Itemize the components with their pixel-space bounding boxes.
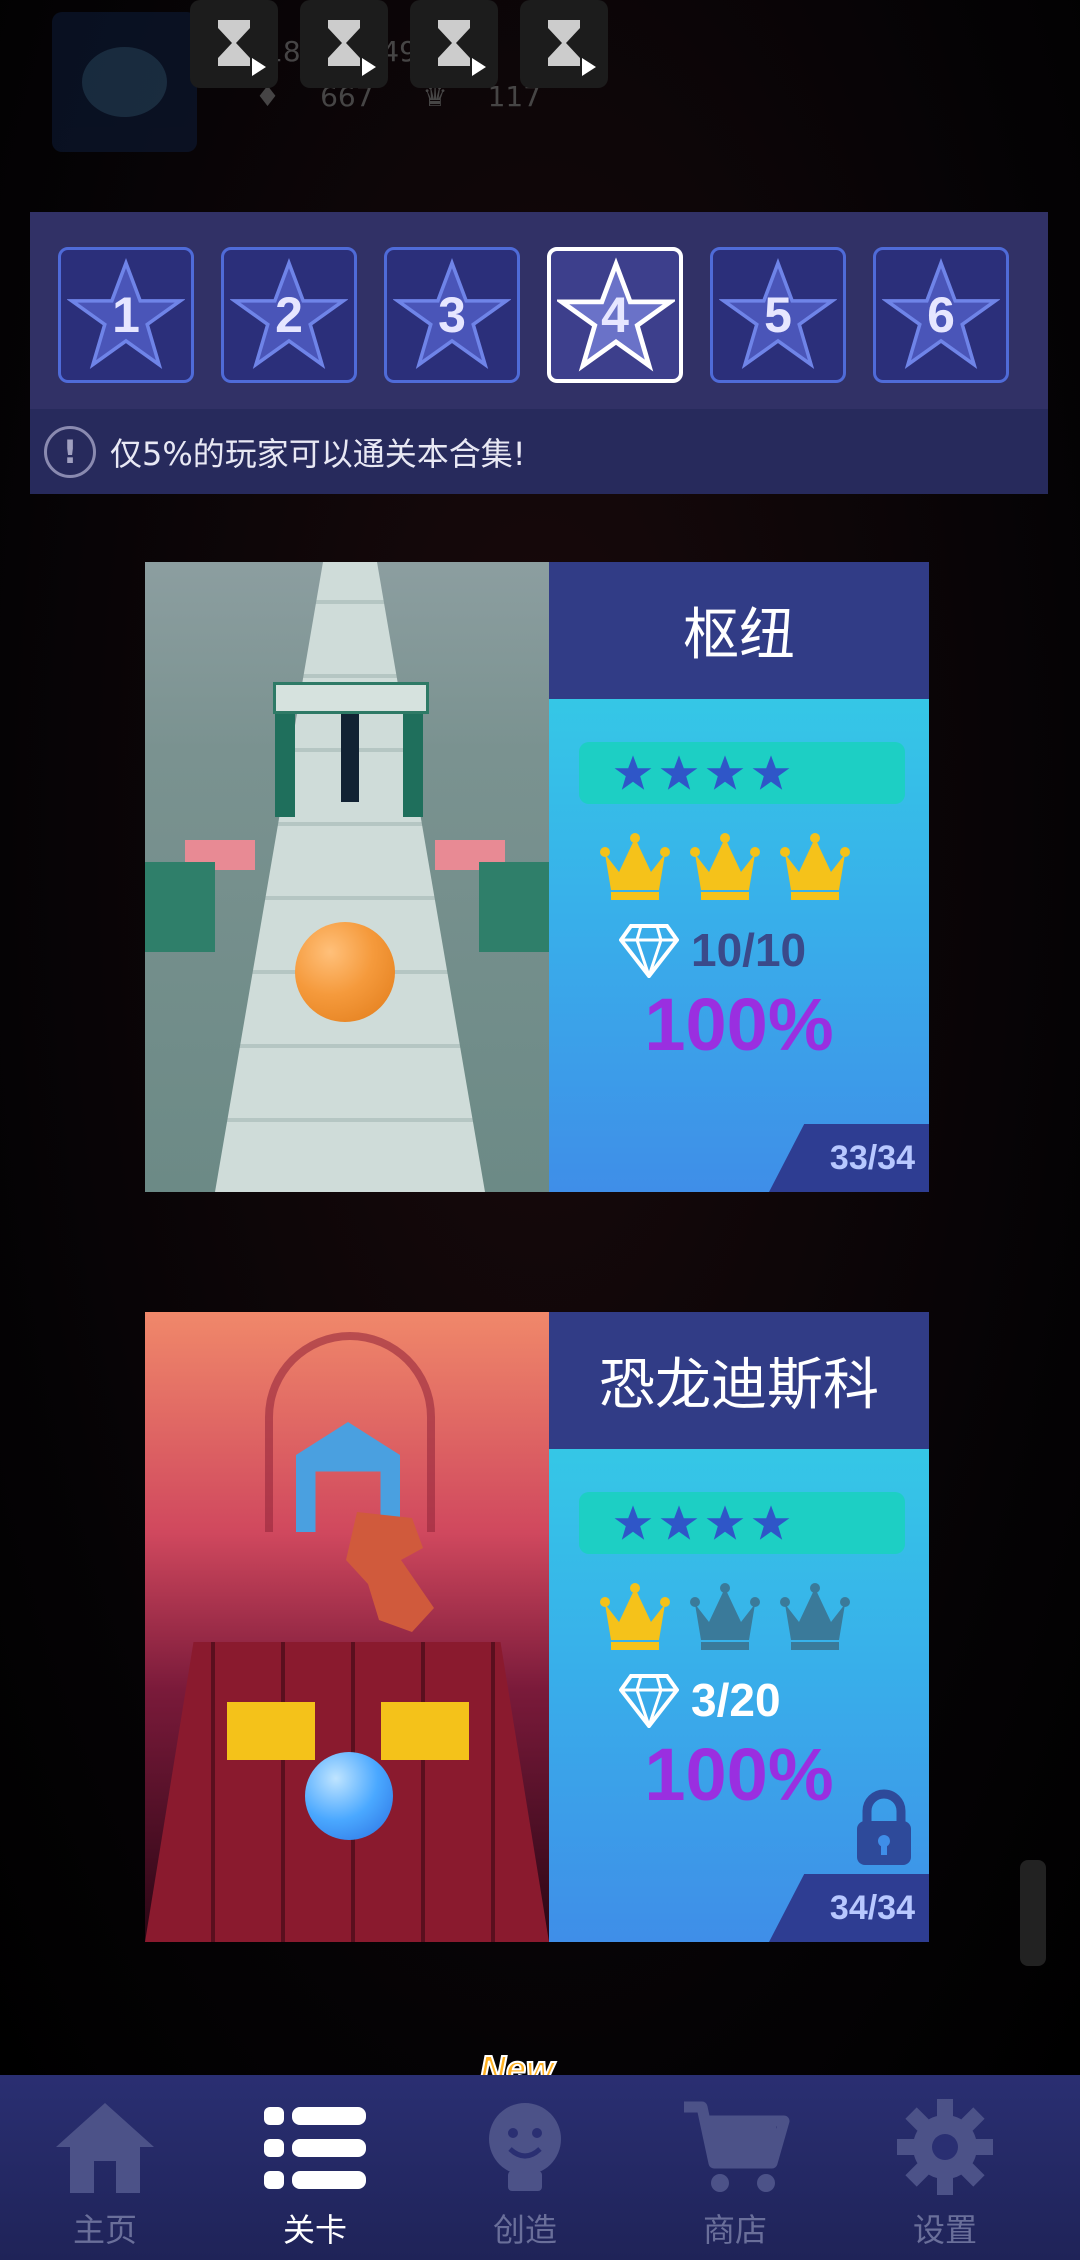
nav-label: 商店: [702, 2211, 767, 2249]
star-icon: [752, 755, 790, 790]
collection-tab-2[interactable]: 2: [221, 247, 357, 383]
star-icon: [614, 755, 652, 790]
hourglass-button[interactable]: [190, 0, 278, 88]
gear-icon: [897, 2099, 993, 2195]
bulb-icon: [489, 2103, 561, 2191]
orange-ball: [295, 922, 395, 1022]
star-icon: [660, 755, 698, 790]
play-icon: [582, 58, 596, 76]
level-artwork: [145, 1312, 549, 1942]
diamond-icon: [619, 924, 679, 978]
crown-icon: [690, 1583, 760, 1650]
level-index: 33/34: [769, 1124, 929, 1192]
nav-levels[interactable]: 关卡: [210, 2075, 420, 2260]
play-icon: [252, 58, 266, 76]
track-path: [215, 562, 485, 1192]
hourglass-button[interactable]: [520, 0, 608, 88]
blue-ball: [305, 1752, 393, 1840]
crown-icon: [780, 833, 850, 900]
nav-create[interactable]: 创造: [420, 2075, 630, 2260]
gem-count: 10/10: [691, 924, 807, 976]
nav-label: 主页: [72, 2211, 137, 2249]
hourglass-row: [190, 0, 608, 90]
nav-home[interactable]: 主页: [0, 2075, 210, 2260]
gem-count: 3/20: [691, 1674, 781, 1726]
crown-icon: [780, 1583, 850, 1650]
level-card-hub[interactable]: 枢纽 10/10 100% 33/34: [145, 562, 929, 1192]
bottom-nav: 主页 关卡 创造 商店 设置: [0, 2075, 1080, 2260]
list-icon: [264, 2107, 366, 2189]
gem-progress: 3/20: [619, 1672, 781, 1728]
level-title: 恐龙迪斯科: [549, 1312, 929, 1449]
cart-icon: [684, 2101, 790, 2192]
nav-label: 关卡: [282, 2211, 347, 2249]
difficulty-stars: [579, 742, 905, 804]
nav-label: 设置: [912, 2211, 977, 2249]
play-icon: [472, 58, 486, 76]
avatar-eye-icon: [82, 47, 167, 117]
play-icon: [362, 58, 376, 76]
gate: [273, 682, 429, 714]
level-card-dino-disco[interactable]: 恐龙迪斯科 3/20 100% 34/34: [145, 1312, 929, 1942]
collection-tab-6[interactable]: 6: [873, 247, 1009, 383]
crown-icon: [600, 833, 670, 900]
crown-row: [599, 832, 851, 902]
lock-icon: [857, 1789, 911, 1865]
difficulty-stars: [579, 1492, 905, 1554]
notice-text: 仅5%的玩家可以通关本合集!: [110, 434, 526, 473]
level-artwork: [145, 562, 549, 1192]
hourglass-icon: [548, 20, 580, 66]
level-index: 34/34: [769, 1874, 929, 1942]
hourglass-button[interactable]: [410, 0, 498, 88]
star-icon: [706, 1505, 744, 1540]
collection-tab-5[interactable]: 5: [710, 247, 846, 383]
collection-tab-4[interactable]: 4: [547, 247, 683, 383]
scrollbar[interactable]: [1020, 1860, 1046, 1966]
completion-percent: 100%: [644, 983, 834, 1066]
crown-icon: [690, 833, 760, 900]
hourglass-icon: [438, 20, 470, 66]
level-title: 枢纽: [549, 562, 929, 699]
star-icon: [660, 1505, 698, 1540]
nav-settings[interactable]: 设置: [840, 2075, 1050, 2260]
star-icon: [614, 1505, 652, 1540]
nav-shop[interactable]: 商店: [630, 2075, 840, 2260]
nav-label: 创造: [492, 2211, 557, 2249]
crown-row: [599, 1582, 851, 1652]
collection-tabs: 1 2 3 4 5 6: [58, 247, 1009, 383]
hourglass-button[interactable]: [300, 0, 388, 88]
exclamation-circle-icon: !: [44, 425, 96, 478]
gem-progress: 10/10: [619, 922, 806, 978]
collection-tab-1[interactable]: 1: [58, 247, 194, 383]
player-avatar: [52, 12, 197, 152]
level-info: 恐龙迪斯科 3/20 100% 34/34: [549, 1312, 929, 1942]
collection-notice: ! 仅5%的玩家可以通关本合集!: [30, 409, 1048, 494]
hourglass-icon: [218, 20, 250, 66]
collection-panel: 1 2 3 4 5 6 ! 仅5%的玩家可以通关本合集!: [30, 212, 1048, 494]
star-icon: [706, 755, 744, 790]
star-icon: [752, 1505, 790, 1540]
crown-icon: [600, 1583, 670, 1650]
collection-tab-3[interactable]: 3: [384, 247, 520, 383]
hourglass-icon: [328, 20, 360, 66]
level-info: 枢纽 10/10 100% 33/34: [549, 562, 929, 1192]
diamond-icon: [619, 1674, 679, 1728]
home-icon: [56, 2103, 154, 2193]
